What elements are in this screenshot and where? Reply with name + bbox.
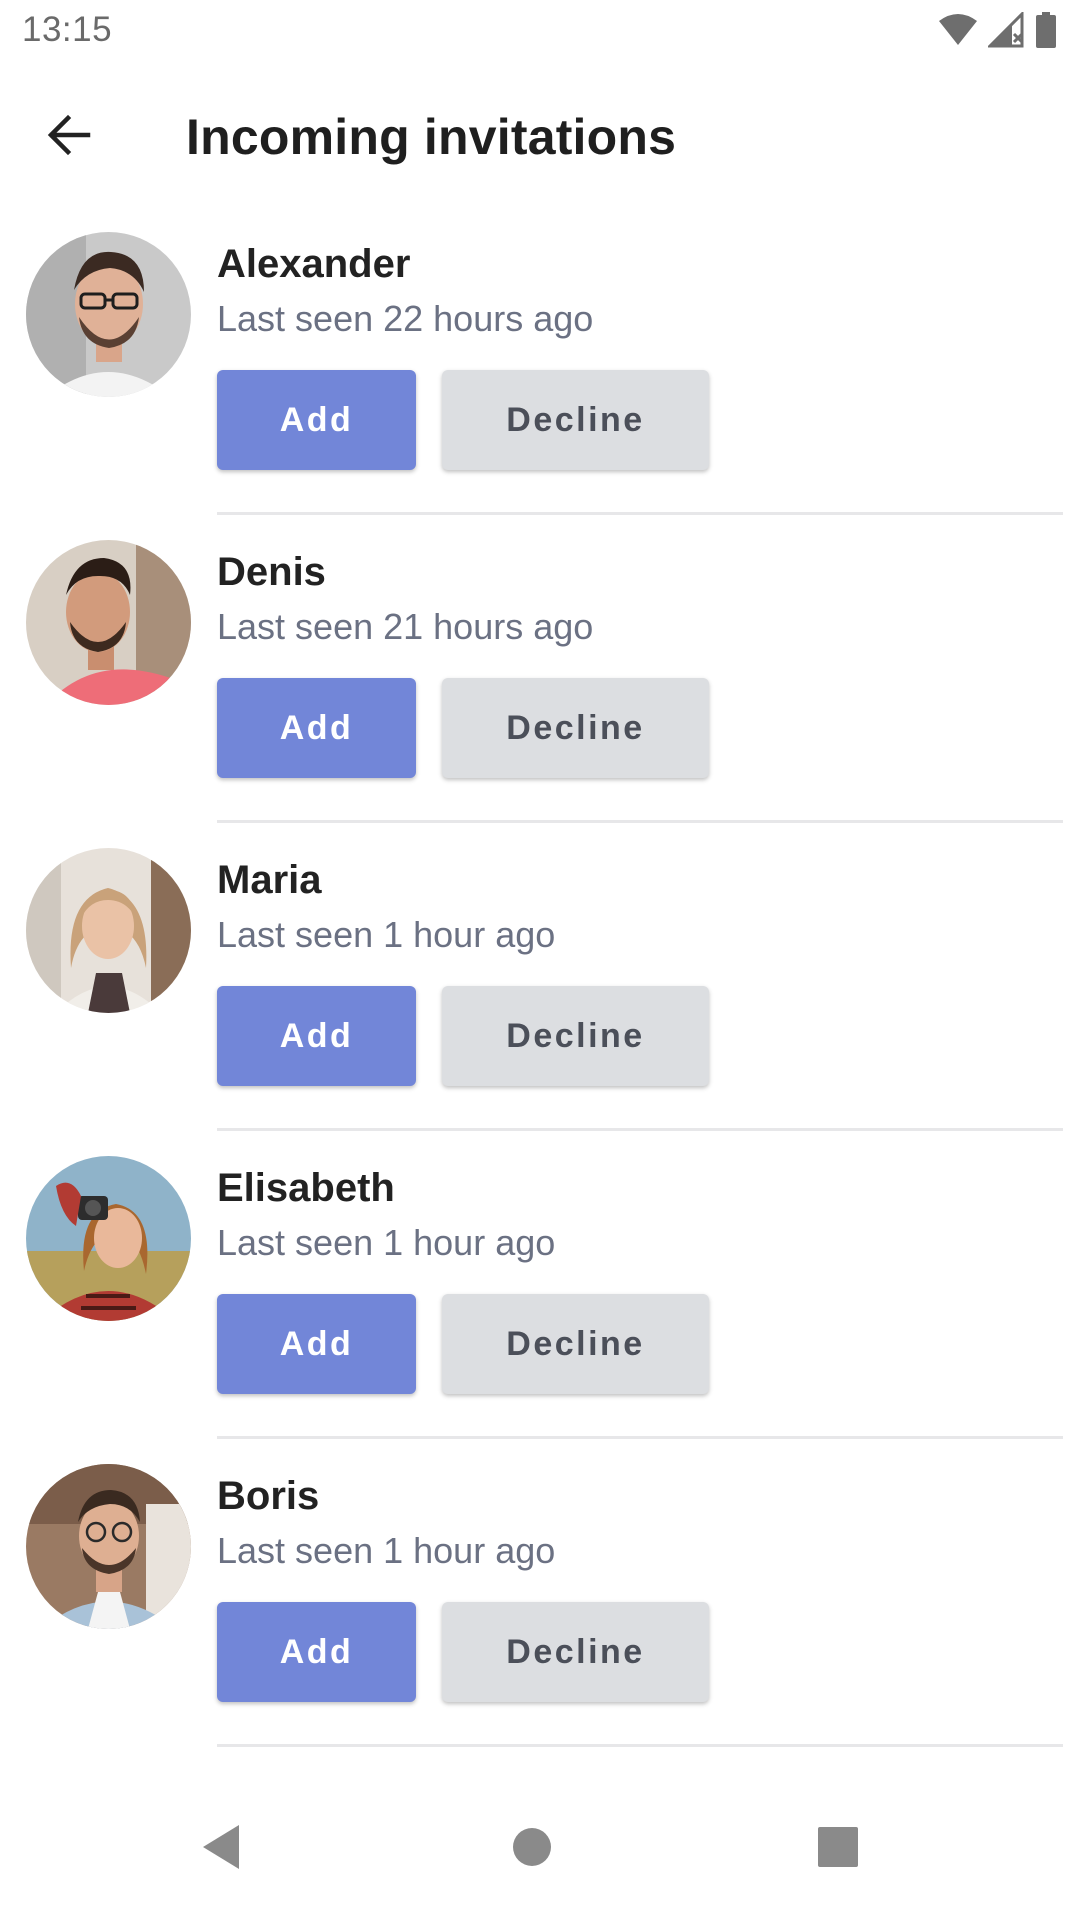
- add-button[interactable]: Add: [217, 1294, 416, 1394]
- divider: [217, 1436, 1063, 1439]
- add-button[interactable]: Add: [217, 1602, 416, 1702]
- nav-recents-button[interactable]: [793, 1804, 883, 1894]
- last-seen-text: Last seen 21 hours ago: [217, 606, 594, 647]
- arrow-back-icon: [46, 112, 92, 163]
- nav-home-button[interactable]: [487, 1804, 577, 1894]
- decline-button[interactable]: Decline: [442, 370, 709, 470]
- status-bar: 13:15: [0, 0, 1080, 66]
- invitation-name: Alexander: [217, 242, 411, 286]
- last-seen-text: Last seen 1 hour ago: [217, 1222, 556, 1263]
- invitation-name: Denis: [217, 550, 326, 594]
- last-seen-text: Last seen 1 hour ago: [217, 1530, 556, 1571]
- divider: [217, 1744, 1063, 1747]
- add-button[interactable]: Add: [217, 986, 416, 1086]
- last-seen-text: Last seen 22 hours ago: [217, 298, 594, 339]
- invitation-item: Alexander Last seen 22 hours ago Add Dec…: [0, 228, 1080, 536]
- nav-back-icon: [199, 1823, 243, 1876]
- battery-icon: [1036, 12, 1056, 48]
- decline-button[interactable]: Decline: [442, 1602, 709, 1702]
- status-time: 13:15: [22, 10, 113, 49]
- avatar: [26, 540, 191, 705]
- avatar: [26, 232, 191, 397]
- nav-home-icon: [512, 1827, 552, 1872]
- decline-button[interactable]: Decline: [442, 1294, 709, 1394]
- avatar: [26, 1464, 191, 1629]
- wifi-icon: [938, 13, 978, 47]
- divider: [217, 1128, 1063, 1131]
- add-button[interactable]: Add: [217, 678, 416, 778]
- invitation-item: Elisabeth Last seen 1 hour ago Add Decli…: [0, 1152, 1080, 1460]
- invitation-list: Alexander Last seen 22 hours ago Add Dec…: [0, 228, 1080, 1768]
- invitation-name: Elisabeth: [217, 1166, 395, 1210]
- avatar: [26, 848, 191, 1013]
- decline-button[interactable]: Decline: [442, 678, 709, 778]
- last-seen-text: Last seen 1 hour ago: [217, 914, 556, 955]
- invitation-item: Maria Last seen 1 hour ago Add Decline: [0, 844, 1080, 1152]
- invitation-name: Maria: [217, 858, 322, 902]
- nav-recents-icon: [818, 1826, 858, 1872]
- add-button[interactable]: Add: [217, 370, 416, 470]
- cellular-signal-icon: [988, 12, 1026, 48]
- system-nav-bar: [0, 1780, 1080, 1920]
- status-icons: [938, 12, 1056, 48]
- page-title: Incoming invitations: [186, 109, 677, 165]
- invitation-item: Denis Last seen 21 hours ago Add Decline: [0, 536, 1080, 844]
- invitation-item: Boris Last seen 1 hour ago Add Decline: [0, 1460, 1080, 1768]
- invitation-name: Boris: [217, 1474, 320, 1518]
- decline-button[interactable]: Decline: [442, 986, 709, 1086]
- divider: [217, 512, 1063, 515]
- avatar: [26, 1156, 191, 1321]
- nav-back-button[interactable]: [176, 1804, 266, 1894]
- app-bar: Incoming invitations: [0, 80, 1080, 190]
- divider: [217, 820, 1063, 823]
- back-button[interactable]: [34, 102, 104, 172]
